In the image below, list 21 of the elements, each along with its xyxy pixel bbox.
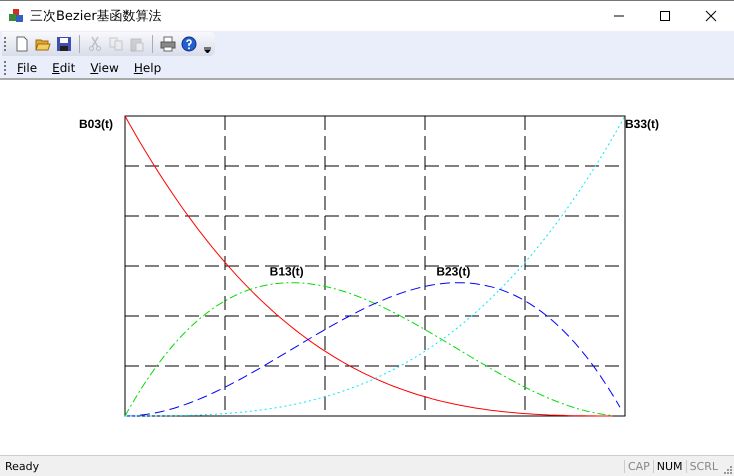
window-title: 三次Bezier基函数算法 xyxy=(30,8,162,25)
status-text: Ready xyxy=(5,460,40,473)
menu-item[interactable]: File xyxy=(9,60,44,75)
status-indicator: NUM xyxy=(652,460,686,473)
status-indicator: SCRL xyxy=(686,460,721,473)
print-icon[interactable] xyxy=(160,36,176,52)
save-icon[interactable] xyxy=(56,36,72,52)
status-indicator: CAP xyxy=(624,460,653,473)
curve-label: B03(t) xyxy=(78,117,113,132)
curve-label: B13(t) xyxy=(270,264,304,279)
resize-grip-icon[interactable] xyxy=(724,466,732,474)
menu-item[interactable]: View xyxy=(82,60,126,75)
curve-label: B33(t) xyxy=(625,117,660,132)
menu-item[interactable]: Edit xyxy=(44,60,82,75)
new-icon[interactable] xyxy=(14,36,30,52)
close-icon[interactable] xyxy=(705,10,717,22)
curve-label: B23(t) xyxy=(436,264,470,279)
help-icon[interactable] xyxy=(181,36,197,52)
app-icon xyxy=(8,8,24,24)
maximize-icon[interactable] xyxy=(659,10,671,22)
menu-item[interactable]: Help xyxy=(126,60,168,75)
